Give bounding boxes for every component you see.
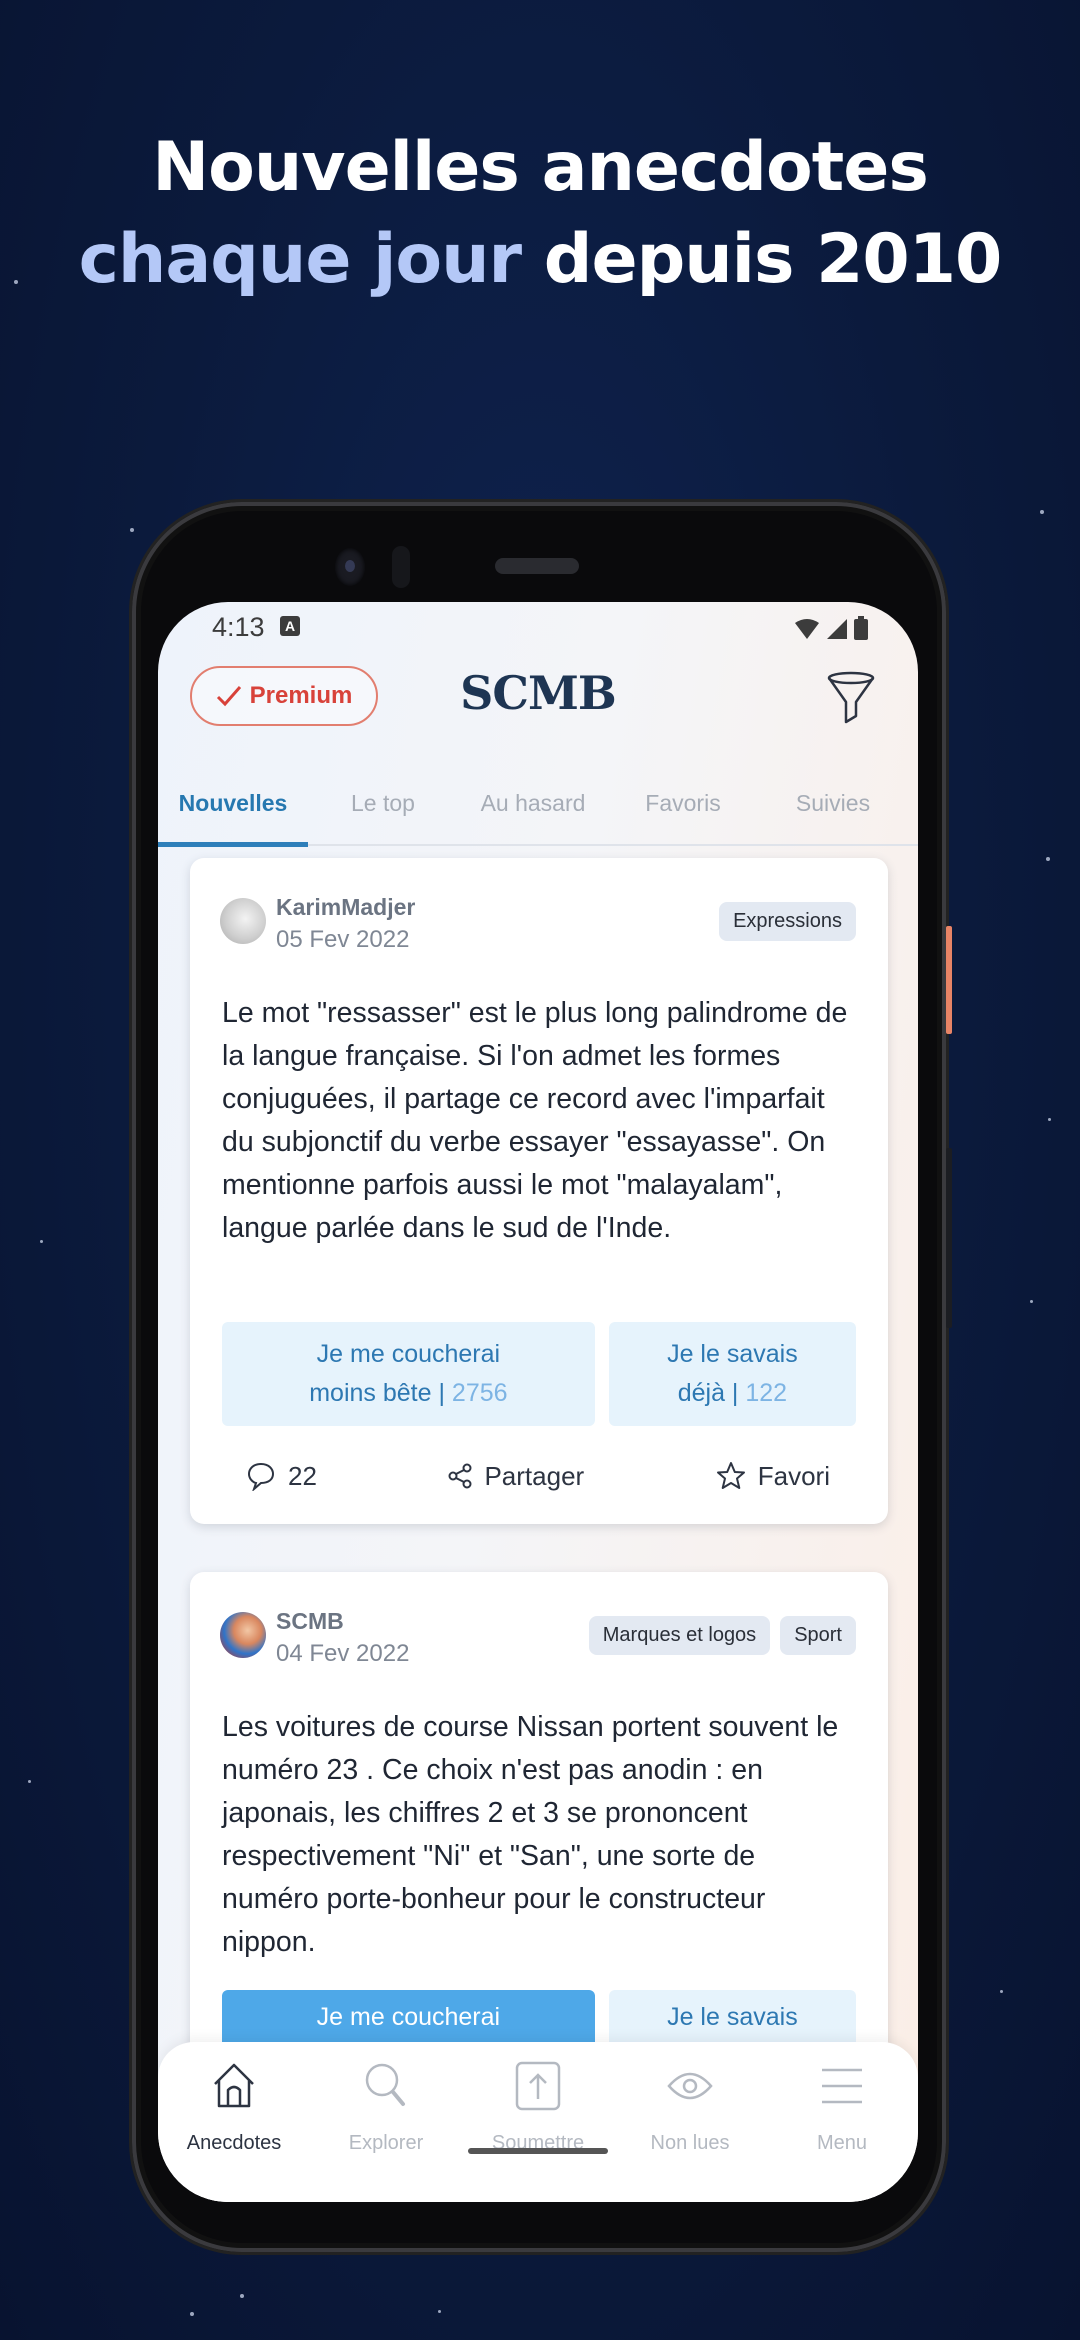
nav-menu[interactable]: Menu — [766, 2056, 918, 2155]
eye-icon — [667, 2072, 713, 2100]
nav-label: Menu — [816, 2132, 868, 2154]
active-tab-indicator — [158, 842, 308, 847]
menu-icon — [822, 2068, 862, 2104]
vote-knew-button[interactable]: Je le savais déjà | 122 — [608, 1322, 856, 1426]
star — [28, 1780, 31, 1783]
tab-le-top[interactable]: Le top — [308, 790, 458, 817]
post-date: 04 Fev 2022 — [276, 1640, 410, 1667]
vote-learned-line1: Je me coucherai — [316, 2003, 501, 2031]
nav-anecdotes[interactable]: Anecdotes — [158, 2056, 310, 2155]
share-icon — [448, 1463, 472, 1489]
author-name[interactable]: SCMB — [276, 1608, 344, 1635]
post-actions: 22 Partager Favori — [222, 1456, 856, 1496]
headline-rest: depuis 2010 — [521, 220, 1003, 299]
nav-non-lues[interactable]: Non lues — [614, 2056, 766, 2155]
vote-learned-line1: Je me coucherai — [316, 1340, 501, 1368]
avatar[interactable] — [220, 898, 266, 944]
avatar[interactable] — [220, 1612, 266, 1658]
vote-knew-line1: Je le savais — [667, 2003, 798, 2031]
premium-button[interactable]: Premium — [190, 666, 378, 726]
headline-line-1: Nouvelles anecdotes — [152, 128, 929, 207]
notification-icon: A — [280, 616, 300, 636]
vote-knew-label: déjà | — [677, 1379, 746, 1407]
tag-chip[interactable]: Sport — [780, 1616, 856, 1655]
search-icon — [365, 2063, 405, 2106]
vote-learned-button[interactable]: Je me coucherai moins bête | 2756 — [222, 1322, 595, 1426]
comments-button[interactable]: 22 — [246, 1461, 317, 1492]
feed-tabs: Nouvelles Le top Au hasard Favoris Suivi… — [158, 778, 918, 847]
home-icon — [214, 2063, 254, 2108]
bottom-navigation: Anecdotes Explorer Soumettre Non lues Me… — [158, 2042, 918, 2202]
home-indicator[interactable] — [468, 2148, 608, 2154]
status-bar: 4:13 A — [158, 602, 918, 652]
wifi-icon — [795, 619, 819, 639]
post-date: 05 Fev 2022 — [276, 926, 410, 953]
proximity-sensor — [392, 546, 410, 588]
comments-count: 22 — [288, 1460, 317, 1491]
camera-lens — [345, 560, 355, 572]
star — [190, 2312, 194, 2316]
star — [438, 2310, 441, 2313]
vote-learned-line2: moins bête | 2756 — [309, 1374, 507, 1413]
star — [130, 528, 134, 532]
vote-learned-count: 2756 — [451, 1379, 508, 1407]
headline-accent: chaque jour — [78, 220, 522, 299]
status-time: 4:13 — [212, 612, 265, 642]
comment-icon — [247, 1462, 275, 1491]
tag-chip[interactable]: Marques et logos — [588, 1616, 771, 1655]
filter-funnel-icon[interactable] — [826, 670, 876, 726]
premium-label: Premium — [249, 682, 353, 709]
vote-knew-line1: Je le savais — [667, 1340, 798, 1368]
tag-list: Marques et logos Sport — [588, 1616, 856, 1655]
tab-suivies[interactable]: Suivies — [758, 790, 908, 817]
earpiece-speaker — [495, 558, 579, 574]
nav-label: Anecdotes — [186, 2132, 282, 2154]
star — [1040, 510, 1044, 514]
battery-icon — [854, 616, 868, 640]
vote-learned-label: moins bête | — [309, 1379, 452, 1407]
star-icon — [716, 1462, 745, 1489]
upload-icon — [515, 2061, 561, 2111]
vote-knew-line2: déjà | 122 — [678, 1374, 787, 1413]
nav-label: Explorer — [348, 2132, 424, 2154]
star — [240, 2294, 244, 2298]
tab-nouvelles[interactable]: Nouvelles — [158, 790, 308, 817]
vote-buttons: Je me coucherai moins bête | 2756 Je le … — [222, 1322, 856, 1426]
status-icons — [794, 616, 868, 640]
anecdote-card: KarimMadjer 05 Fev 2022 Expressions Le m… — [190, 858, 888, 1524]
vote-knew-count: 122 — [745, 1379, 788, 1407]
volume-button — [946, 1148, 952, 1328]
tab-favoris[interactable]: Favoris — [608, 790, 758, 817]
nav-soumettre[interactable]: Soumettre — [462, 2056, 614, 2155]
tab-au-hasard[interactable]: Au hasard — [458, 790, 608, 817]
share-button[interactable]: Partager — [448, 1461, 584, 1492]
nav-label: Non lues — [650, 2132, 730, 2154]
share-label: Partager — [484, 1460, 585, 1491]
nav-explorer[interactable]: Explorer — [310, 2056, 462, 2155]
star — [40, 1240, 43, 1243]
tag-list: Expressions — [719, 902, 856, 941]
favorite-label: Favori — [757, 1460, 830, 1491]
power-button — [946, 926, 952, 1034]
check-icon — [216, 686, 241, 707]
promo-headline: Nouvelles anecdotes chaque jour depuis 2… — [0, 122, 1080, 306]
star — [1030, 1300, 1033, 1303]
headline-line-2: chaque jour depuis 2010 — [0, 214, 1080, 306]
anecdote-text: Le mot "ressasser" est le plus long pali… — [222, 997, 848, 1244]
author-name[interactable]: KarimMadjer — [276, 894, 415, 921]
app-screen: 4:13 A Premium SCMB Nouvelles Le top Au … — [158, 602, 918, 2202]
star — [1046, 857, 1050, 861]
favorite-button[interactable]: Favori — [716, 1461, 830, 1492]
star — [1000, 1990, 1003, 1993]
signal-icon — [827, 619, 847, 639]
anecdote-text: Les voitures de course Nissan portent so… — [222, 1711, 839, 1958]
tag-chip[interactable]: Expressions — [719, 902, 856, 941]
star — [1048, 1118, 1051, 1121]
